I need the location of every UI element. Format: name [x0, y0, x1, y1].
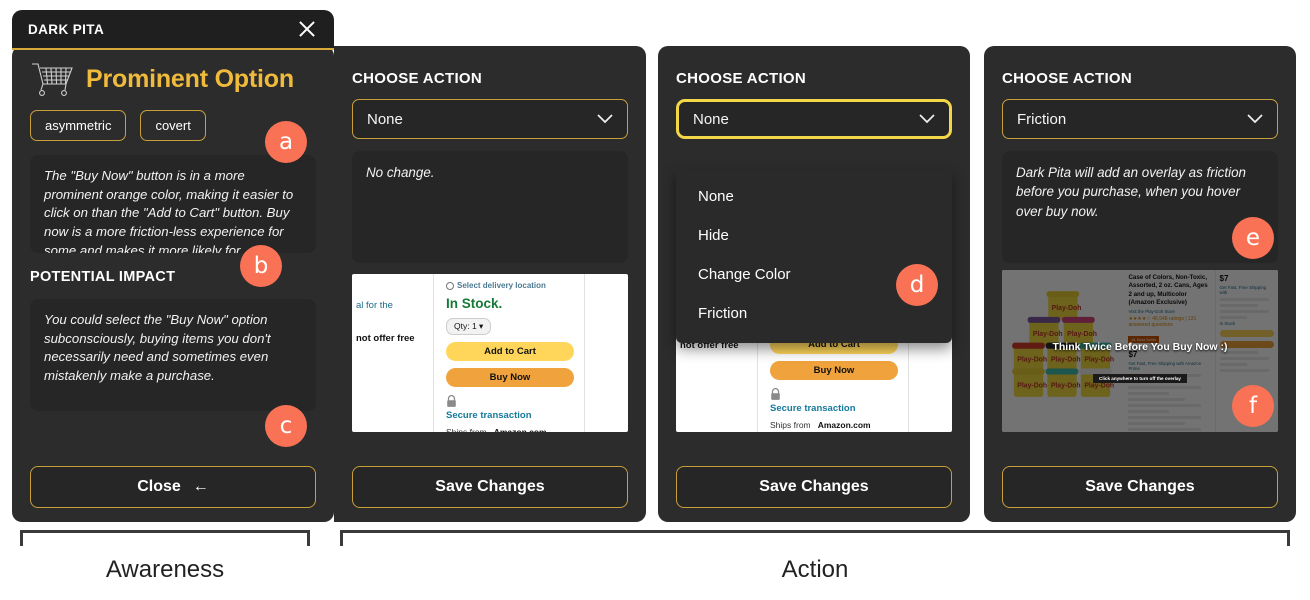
page-title: Prominent Option — [86, 64, 294, 93]
annotation-badge-e: e — [1232, 217, 1274, 259]
save-changes-label-2: Save Changes — [759, 478, 869, 495]
secure-transaction-link[interactable]: Secure transaction — [446, 410, 574, 421]
action-select-value-2: None — [693, 110, 729, 128]
amazon-preview-1: al for the not offer free Select deliver… — [352, 274, 628, 432]
buy-now-button[interactable]: Buy Now — [446, 368, 574, 387]
choose-action-label-3: CHOOSE ACTION — [1002, 70, 1133, 87]
ships-from-label: Ships from — [446, 427, 487, 432]
amazon-left-column: al for the not offer free — [352, 274, 434, 432]
screenshot-root: DARK PITA Prominent Option asymmetric co… — [0, 0, 1310, 600]
action-select-value-3: Friction — [1017, 110, 1067, 128]
action-dropdown-menu: None Hide Change Color Friction — [676, 169, 952, 343]
annotation-badge-f: f — [1232, 385, 1274, 427]
save-changes-label-3: Save Changes — [1085, 478, 1195, 495]
friction-overlay-title: Think Twice Before You Buy Now :) — [1052, 341, 1228, 354]
save-changes-button-2[interactable]: Save Changes — [676, 466, 952, 508]
caption-awareness: Awareness — [105, 556, 225, 583]
friction-overlay-hint: Click anywhere to turn off the overlay — [1093, 374, 1187, 384]
arrow-left-icon: ← — [192, 478, 209, 495]
lock-icon — [447, 395, 456, 407]
amazon-buybox: Select delivery location In Stock. Qty: … — [434, 274, 584, 432]
save-changes-button-3[interactable]: Save Changes — [1002, 466, 1278, 508]
ships-from-value: Amazon.com — [817, 420, 871, 430]
action-panel-none: CHOOSE ACTION None No change. al for the… — [334, 46, 646, 522]
secure-transaction-link[interactable]: Secure transaction — [770, 403, 898, 414]
chevron-down-icon — [919, 114, 935, 124]
amazon-right-column — [584, 274, 628, 432]
choose-action-label-1: CHOOSE ACTION — [352, 70, 483, 87]
dropdown-option-none[interactable]: None — [676, 177, 952, 216]
add-to-cart-button[interactable]: Add to Cart — [446, 342, 574, 361]
annotation-badge-b: b — [240, 245, 282, 287]
chevron-down-icon — [597, 114, 613, 124]
close-button[interactable]: Close ← — [30, 466, 316, 508]
tag-chip-covert[interactable]: covert — [140, 110, 206, 141]
chevron-down-icon — [1247, 114, 1263, 124]
close-icon[interactable] — [296, 18, 318, 40]
caption-action: Action — [781, 556, 849, 583]
ships-from-value: Amazon.com — [493, 427, 547, 432]
action-select-1[interactable]: None — [352, 99, 628, 139]
ships-from-label: Ships from — [770, 420, 811, 430]
annotation-badge-a: a — [265, 121, 307, 163]
window-title: DARK PITA — [28, 21, 105, 37]
action-select-2[interactable]: None — [676, 99, 952, 139]
awareness-header: Prominent Option — [12, 46, 334, 98]
lock-icon — [771, 388, 780, 400]
amazon-left-line-2: not offer free — [356, 333, 415, 344]
dropdown-option-hide[interactable]: Hide — [676, 216, 952, 255]
awareness-panel: Prominent Option asymmetric covert The "… — [12, 46, 334, 522]
ships-from-row: Ships from Amazon.com — [446, 427, 574, 432]
shopping-cart-icon — [32, 63, 73, 96]
secure-transaction-block: Secure transaction — [770, 388, 898, 414]
delivery-location-label: Select delivery location — [457, 281, 546, 290]
ships-from-row: Ships from Amazon.com — [770, 420, 898, 430]
annotation-badge-d: d — [896, 264, 938, 306]
save-changes-label-1: Save Changes — [435, 478, 545, 495]
tag-chip-asymmetric[interactable]: asymmetric — [30, 110, 127, 141]
secure-transaction-block: Secure transaction — [446, 395, 574, 421]
window-titlebar: DARK PITA — [12, 10, 334, 50]
delivery-location-row[interactable]: Select delivery location — [446, 281, 574, 290]
location-pin-icon — [446, 281, 454, 290]
action-select-3[interactable]: Friction — [1002, 99, 1278, 139]
in-stock-label: In Stock. — [446, 296, 503, 311]
quantity-select[interactable]: Qty: 1 ▾ — [446, 318, 492, 335]
choose-action-label-2: CHOOSE ACTION — [676, 70, 807, 87]
buy-now-button[interactable]: Buy Now — [770, 361, 898, 380]
action-panel-friction: CHOOSE ACTION Friction Dark Pita will ad… — [984, 46, 1296, 522]
description-text: The "Buy Now" button is in a more promin… — [30, 155, 316, 253]
potential-impact-label: POTENTIAL IMPACT — [30, 269, 176, 285]
action-select-value-1: None — [367, 110, 403, 128]
close-button-label: Close — [137, 478, 181, 495]
action-note-1: No change. — [352, 151, 628, 263]
potential-impact-text: You could select the "Buy Now" option su… — [30, 299, 316, 411]
annotation-badge-c: c — [265, 405, 307, 447]
quantity-value: Qty: 1 — [454, 321, 477, 331]
friction-overlay-hint-wrap: Click anywhere to turn off the overlay — [1002, 367, 1278, 385]
save-changes-button-1[interactable]: Save Changes — [352, 466, 628, 508]
amazon-left-line-1: al for the — [356, 300, 393, 311]
